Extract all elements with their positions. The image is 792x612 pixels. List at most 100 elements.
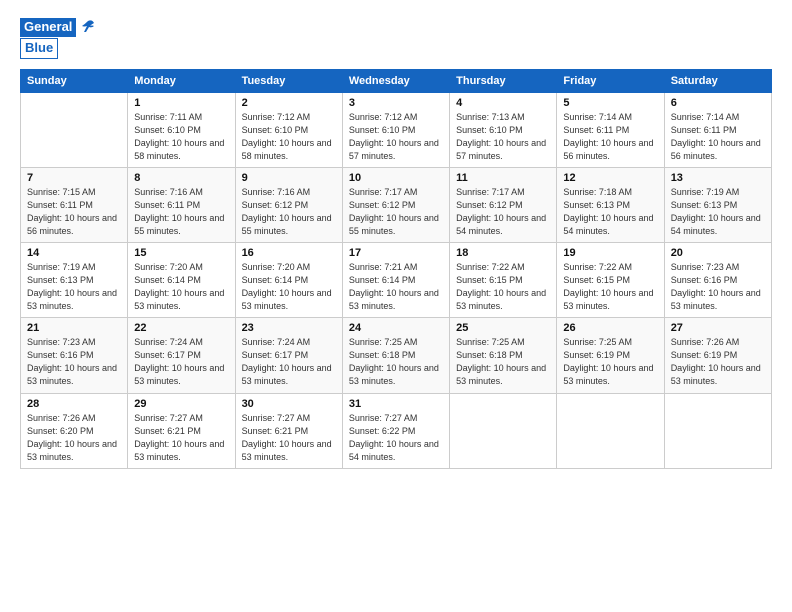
week-row-2: 7 Sunrise: 7:15 AMSunset: 6:11 PMDaylight… bbox=[21, 167, 772, 242]
day-info: Sunrise: 7:16 AMSunset: 6:12 PMDaylight:… bbox=[242, 186, 336, 238]
day-cell: 31 Sunrise: 7:27 AMSunset: 6:22 PMDayligh… bbox=[342, 393, 449, 468]
day-cell bbox=[664, 393, 771, 468]
day-number: 18 bbox=[456, 247, 550, 259]
day-info: Sunrise: 7:14 AMSunset: 6:11 PMDaylight:… bbox=[671, 111, 765, 163]
day-number: 20 bbox=[671, 247, 765, 259]
day-number: 7 bbox=[27, 172, 121, 184]
day-cell: 21Sunrise: 7:23 AMSunset: 6:16 PMDayligh… bbox=[21, 318, 128, 393]
day-info: Sunrise: 7:24 AMSunset: 6:17 PMDaylight:… bbox=[242, 336, 336, 388]
week-row-3: 14Sunrise: 7:19 AMSunset: 6:13 PMDayligh… bbox=[21, 243, 772, 318]
day-number: 28 bbox=[27, 398, 121, 410]
day-cell: 23 Sunrise: 7:24 AMSunset: 6:17 PMDayligh… bbox=[235, 318, 342, 393]
col-header-tuesday: Tuesday bbox=[235, 69, 342, 92]
day-info: Sunrise: 7:27 AMSunset: 6:21 PMDaylight:… bbox=[134, 412, 228, 464]
col-header-wednesday: Wednesday bbox=[342, 69, 449, 92]
day-number: 15 bbox=[134, 247, 228, 259]
day-number: 3 bbox=[349, 97, 443, 109]
week-row-1: 1 Sunrise: 7:11 AMSunset: 6:10 PMDaylight… bbox=[21, 92, 772, 167]
day-number: 31 bbox=[349, 398, 443, 410]
day-cell: 6Sunrise: 7:14 AMSunset: 6:11 PMDaylight… bbox=[664, 92, 771, 167]
day-cell: 25 Sunrise: 7:25 AMSunset: 6:18 PMDayligh… bbox=[450, 318, 557, 393]
day-cell: 5Sunrise: 7:14 AMSunset: 6:11 PMDaylight… bbox=[557, 92, 664, 167]
day-info: Sunrise: 7:16 AMSunset: 6:11 PMDaylight:… bbox=[134, 186, 228, 238]
logo-bird-icon bbox=[78, 18, 96, 36]
day-cell: 18 Sunrise: 7:22 AMSunset: 6:15 PMDayligh… bbox=[450, 243, 557, 318]
day-cell: 11Sunrise: 7:17 AMSunset: 6:12 PMDayligh… bbox=[450, 167, 557, 242]
col-header-monday: Monday bbox=[128, 69, 235, 92]
day-number: 30 bbox=[242, 398, 336, 410]
day-cell: 30 Sunrise: 7:27 AMSunset: 6:21 PMDayligh… bbox=[235, 393, 342, 468]
day-info: Sunrise: 7:20 AMSunset: 6:14 PMDaylight:… bbox=[134, 261, 228, 313]
logo-text-blue: Blue bbox=[20, 38, 58, 59]
header-row: SundayMondayTuesdayWednesdayThursdayFrid… bbox=[21, 69, 772, 92]
logo-text-general: General bbox=[20, 18, 76, 37]
day-cell: 20Sunrise: 7:23 AMSunset: 6:16 PMDayligh… bbox=[664, 243, 771, 318]
day-number: 9 bbox=[242, 172, 336, 184]
day-number: 24 bbox=[349, 322, 443, 334]
day-number: 12 bbox=[563, 172, 657, 184]
day-cell: 13 Sunrise: 7:19 AMSunset: 6:13 PMDayligh… bbox=[664, 167, 771, 242]
day-info: Sunrise: 7:23 AMSunset: 6:16 PMDaylight:… bbox=[27, 336, 121, 388]
day-number: 5 bbox=[563, 97, 657, 109]
day-cell: 16 Sunrise: 7:20 AMSunset: 6:14 PMDayligh… bbox=[235, 243, 342, 318]
day-number: 23 bbox=[242, 322, 336, 334]
day-cell: 12 Sunrise: 7:18 AMSunset: 6:13 PMDayligh… bbox=[557, 167, 664, 242]
day-info: Sunrise: 7:25 AMSunset: 6:18 PMDaylight:… bbox=[456, 336, 550, 388]
week-row-4: 21Sunrise: 7:23 AMSunset: 6:16 PMDayligh… bbox=[21, 318, 772, 393]
week-row-5: 28 Sunrise: 7:26 AMSunset: 6:20 PMDayligh… bbox=[21, 393, 772, 468]
day-info: Sunrise: 7:17 AMSunset: 6:12 PMDaylight:… bbox=[349, 186, 443, 238]
day-info: Sunrise: 7:12 AMSunset: 6:10 PMDaylight:… bbox=[242, 111, 336, 163]
day-info: Sunrise: 7:19 AMSunset: 6:13 PMDaylight:… bbox=[27, 261, 121, 313]
day-number: 13 bbox=[671, 172, 765, 184]
day-cell bbox=[557, 393, 664, 468]
day-number: 29 bbox=[134, 398, 228, 410]
day-number: 16 bbox=[242, 247, 336, 259]
calendar-page: General Blue SundayMondayTuesdayWednesda… bbox=[0, 0, 792, 612]
day-number: 2 bbox=[242, 97, 336, 109]
day-info: Sunrise: 7:21 AMSunset: 6:14 PMDaylight:… bbox=[349, 261, 443, 313]
day-number: 26 bbox=[563, 322, 657, 334]
day-info: Sunrise: 7:11 AMSunset: 6:10 PMDaylight:… bbox=[134, 111, 228, 163]
day-info: Sunrise: 7:20 AMSunset: 6:14 PMDaylight:… bbox=[242, 261, 336, 313]
day-info: Sunrise: 7:26 AMSunset: 6:20 PMDaylight:… bbox=[27, 412, 121, 464]
day-info: Sunrise: 7:15 AMSunset: 6:11 PMDaylight:… bbox=[27, 186, 121, 238]
day-cell: 14Sunrise: 7:19 AMSunset: 6:13 PMDayligh… bbox=[21, 243, 128, 318]
col-header-sunday: Sunday bbox=[21, 69, 128, 92]
day-info: Sunrise: 7:13 AMSunset: 6:10 PMDaylight:… bbox=[456, 111, 550, 163]
day-cell: 27Sunrise: 7:26 AMSunset: 6:19 PMDayligh… bbox=[664, 318, 771, 393]
day-cell: 17 Sunrise: 7:21 AMSunset: 6:14 PMDayligh… bbox=[342, 243, 449, 318]
day-cell: 26 Sunrise: 7:25 AMSunset: 6:19 PMDayligh… bbox=[557, 318, 664, 393]
day-cell: 9 Sunrise: 7:16 AMSunset: 6:12 PMDaylight… bbox=[235, 167, 342, 242]
day-cell: 8 Sunrise: 7:16 AMSunset: 6:11 PMDaylight… bbox=[128, 167, 235, 242]
day-number: 27 bbox=[671, 322, 765, 334]
day-info: Sunrise: 7:22 AMSunset: 6:15 PMDaylight:… bbox=[563, 261, 657, 313]
day-cell: 29 Sunrise: 7:27 AMSunset: 6:21 PMDayligh… bbox=[128, 393, 235, 468]
day-info: Sunrise: 7:22 AMSunset: 6:15 PMDaylight:… bbox=[456, 261, 550, 313]
calendar-table: SundayMondayTuesdayWednesdayThursdayFrid… bbox=[20, 69, 772, 469]
day-info: Sunrise: 7:25 AMSunset: 6:19 PMDaylight:… bbox=[563, 336, 657, 388]
day-number: 8 bbox=[134, 172, 228, 184]
day-cell: 24Sunrise: 7:25 AMSunset: 6:18 PMDayligh… bbox=[342, 318, 449, 393]
day-number: 22 bbox=[134, 322, 228, 334]
col-header-friday: Friday bbox=[557, 69, 664, 92]
day-number: 11 bbox=[456, 172, 550, 184]
day-info: Sunrise: 7:27 AMSunset: 6:21 PMDaylight:… bbox=[242, 412, 336, 464]
logo-graphic: General Blue bbox=[20, 18, 96, 59]
day-info: Sunrise: 7:18 AMSunset: 6:13 PMDaylight:… bbox=[563, 186, 657, 238]
day-info: Sunrise: 7:19 AMSunset: 6:13 PMDaylight:… bbox=[671, 186, 765, 238]
day-number: 1 bbox=[134, 97, 228, 109]
day-number: 19 bbox=[563, 247, 657, 259]
day-number: 17 bbox=[349, 247, 443, 259]
day-info: Sunrise: 7:24 AMSunset: 6:17 PMDaylight:… bbox=[134, 336, 228, 388]
day-cell: 2 Sunrise: 7:12 AMSunset: 6:10 PMDaylight… bbox=[235, 92, 342, 167]
day-cell: 1 Sunrise: 7:11 AMSunset: 6:10 PMDaylight… bbox=[128, 92, 235, 167]
col-header-thursday: Thursday bbox=[450, 69, 557, 92]
day-cell: 15 Sunrise: 7:20 AMSunset: 6:14 PMDayligh… bbox=[128, 243, 235, 318]
day-cell: 28 Sunrise: 7:26 AMSunset: 6:20 PMDayligh… bbox=[21, 393, 128, 468]
day-number: 10 bbox=[349, 172, 443, 184]
day-info: Sunrise: 7:27 AMSunset: 6:22 PMDaylight:… bbox=[349, 412, 443, 464]
day-cell: 4Sunrise: 7:13 AMSunset: 6:10 PMDaylight… bbox=[450, 92, 557, 167]
day-number: 25 bbox=[456, 322, 550, 334]
logo: General Blue bbox=[20, 18, 96, 59]
day-info: Sunrise: 7:12 AMSunset: 6:10 PMDaylight:… bbox=[349, 111, 443, 163]
